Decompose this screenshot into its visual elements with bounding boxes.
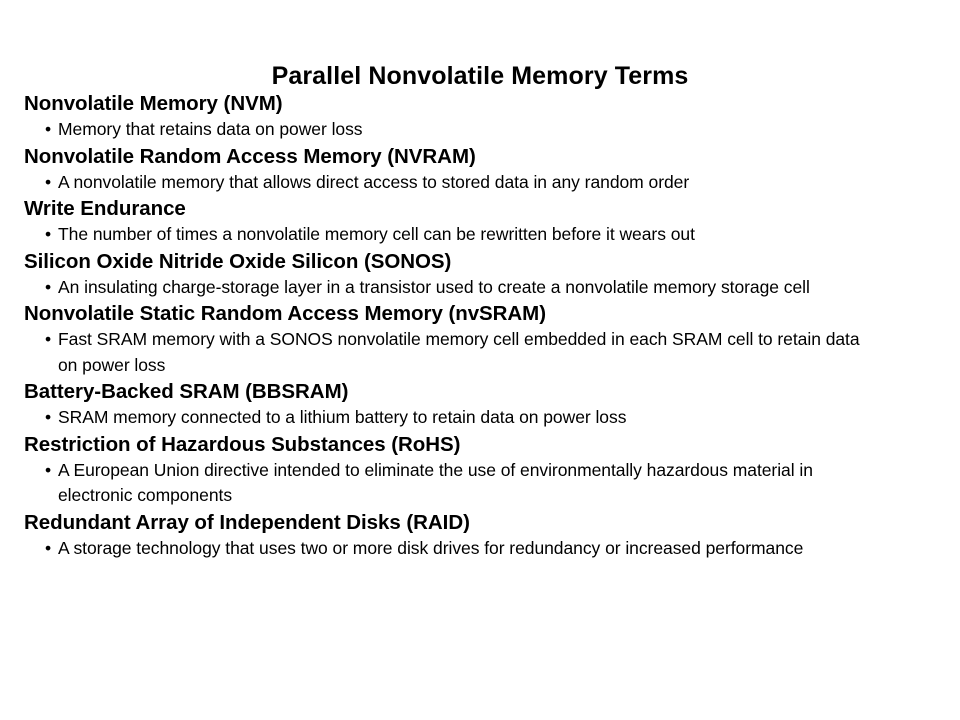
term-definition-text: The number of times a nonvolatile memory…: [58, 224, 695, 244]
slide-canvas: Parallel Nonvolatile Memory Terms Nonvol…: [0, 0, 960, 720]
term-heading: Nonvolatile Static Random Access Memory …: [24, 302, 546, 325]
term-heading: Battery-Backed SRAM (BBSRAM): [24, 380, 349, 403]
term-definition: • A storage technology that uses two or …: [45, 536, 878, 562]
bullet-icon: •: [45, 459, 52, 480]
term-definition-text: A nonvolatile memory that allows direct …: [58, 171, 690, 192]
term-heading: Silicon Oxide Nitride Oxide Silicon (SON…: [24, 249, 452, 273]
term-definition: • SRAM memory connected to a lithium bat…: [45, 405, 878, 431]
glossary-term: Write Endurance • The number of times a …: [24, 195, 924, 248]
glossary-term: Silicon Oxide Nitride Oxide Silicon (SON…: [24, 248, 924, 301]
term-heading: Nonvolatile Memory (NVM): [24, 92, 283, 115]
term-definition-text: A storage technology that uses two or mo…: [58, 537, 804, 558]
bullet-icon: •: [45, 276, 52, 297]
term-definition: • A European Union directive intended to…: [45, 458, 878, 509]
bullet-icon: •: [45, 537, 52, 558]
term-heading: Write Endurance: [24, 197, 186, 220]
term-definition-text: A European Union directive intended to e…: [58, 459, 813, 506]
glossary-term: Battery-Backed SRAM (BBSRAM) • SRAM memo…: [24, 378, 924, 431]
term-heading: Restriction of Hazardous Substances (RoH…: [24, 432, 461, 456]
bullet-icon: •: [45, 407, 52, 427]
glossary-term: Nonvolatile Random Access Memory (NVRAM)…: [24, 143, 924, 196]
glossary-term: Redundant Array of Independent Disks (RA…: [24, 509, 924, 562]
page-title: Parallel Nonvolatile Memory Terms: [271, 61, 689, 90]
term-heading: Redundant Array of Independent Disks (RA…: [24, 510, 470, 534]
term-definition-text: Memory that retains data on power loss: [58, 119, 363, 139]
glossary-term: Nonvolatile Static Random Access Memory …: [24, 300, 924, 378]
glossary-term-list: Nonvolatile Memory (NVM) • Memory that r…: [24, 90, 924, 561]
term-heading: Nonvolatile Random Access Memory (NVRAM): [24, 144, 476, 168]
bullet-icon: •: [45, 224, 52, 244]
term-definition-text: Fast SRAM memory with a SONOS nonvolatil…: [58, 329, 860, 375]
glossary-term: Restriction of Hazardous Substances (RoH…: [24, 431, 924, 509]
term-definition: • An insulating charge-storage layer in …: [45, 275, 878, 301]
term-definition-text: SRAM memory connected to a lithium batte…: [58, 407, 627, 427]
bullet-icon: •: [45, 171, 52, 192]
term-definition: • The number of times a nonvolatile memo…: [45, 222, 878, 248]
bullet-icon: •: [45, 329, 52, 349]
bullet-icon: •: [45, 119, 52, 139]
term-definition: • Memory that retains data on power loss: [45, 117, 878, 143]
glossary-term: Nonvolatile Memory (NVM) • Memory that r…: [24, 90, 924, 143]
term-definition: • Fast SRAM memory with a SONOS nonvolat…: [45, 327, 878, 378]
term-definition: • A nonvolatile memory that allows direc…: [45, 170, 878, 196]
term-definition-text: An insulating charge-storage layer in a …: [58, 276, 810, 297]
